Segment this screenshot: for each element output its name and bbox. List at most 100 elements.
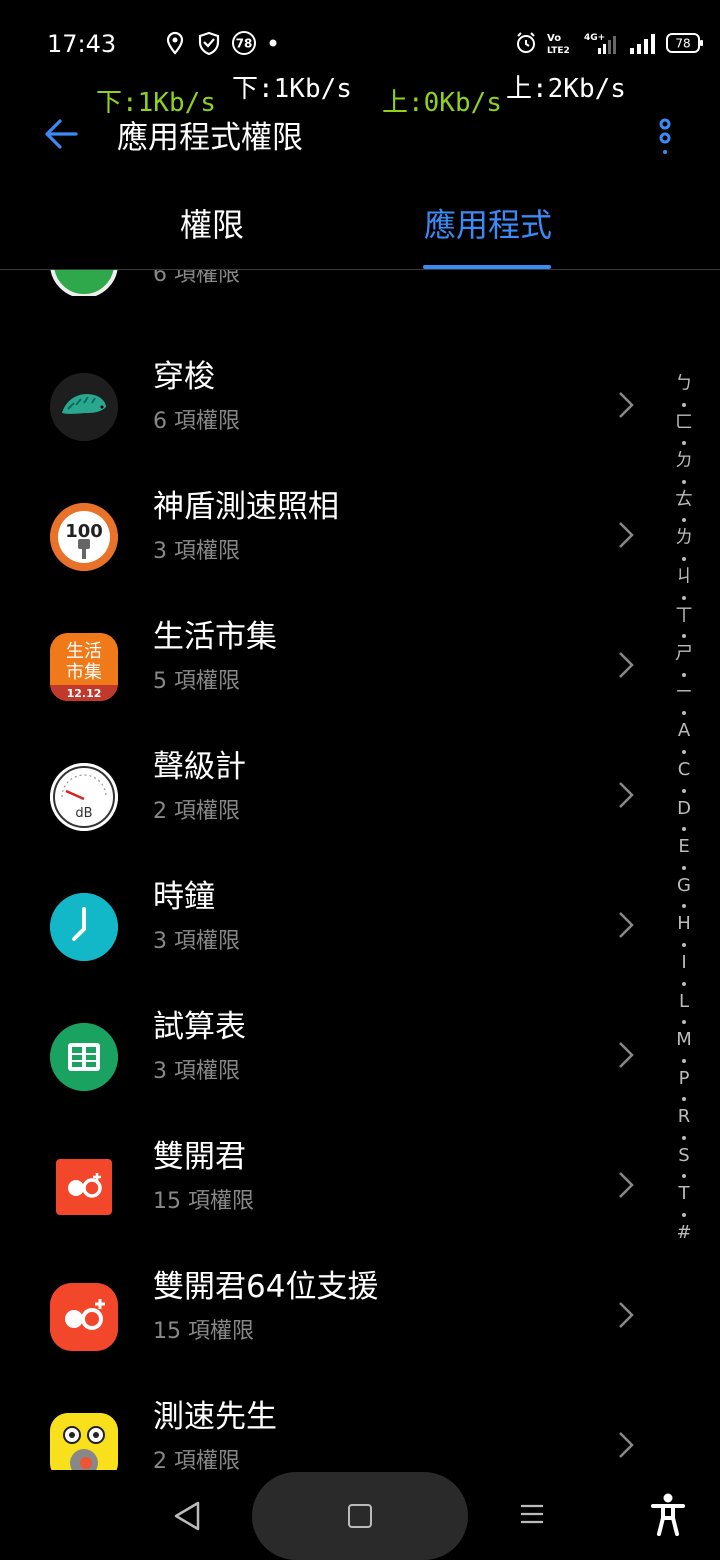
nav-recents-icon[interactable] xyxy=(520,1502,544,1526)
speed-camera-icon: 100 xyxy=(50,503,118,571)
dual-app-icon xyxy=(50,1153,118,1221)
life-market-icon-text-1: 生活 xyxy=(66,641,102,662)
life-market-icon-text-2: 市集 xyxy=(66,662,102,683)
svg-text:100: 100 xyxy=(65,521,103,542)
app-name: 試算表 xyxy=(153,1009,246,1045)
list-item-spreadsheet[interactable]: 試算表 3 項權限 xyxy=(0,985,660,1115)
sound-meter-icon: dB xyxy=(50,763,118,831)
permission-count: 3 項權限 xyxy=(153,539,240,564)
tab-apps[interactable]: 應用程式 xyxy=(424,200,552,246)
chevron-right-icon xyxy=(619,1042,634,1068)
index-letter[interactable]: H xyxy=(664,910,704,949)
list-item-speed-camera[interactable]: 100 神盾測速照相 3 項權限 xyxy=(0,465,660,595)
alphabet-index[interactable]: ㄅ ㄈ ㄉ ㄊ ㄌ ㄐ ㄒ ㄕ ㄧ A C D E G H I L M P R … xyxy=(664,370,704,1258)
index-letter[interactable]: ㄧ xyxy=(664,679,704,718)
index-letter[interactable]: A xyxy=(664,717,704,756)
status-bar: 17:43 78 Vo LTE2 4G+ 78 下:1Kb/s 下:1Kb/s … xyxy=(0,0,720,118)
network-type-text: 4G+ xyxy=(584,33,605,43)
app-name: 穿梭 xyxy=(153,359,215,395)
nav-back-icon[interactable] xyxy=(172,1500,202,1532)
permission-count: 15 項權限 xyxy=(153,1319,254,1344)
index-letter[interactable]: I xyxy=(664,949,704,988)
permission-count: 15 項權限 xyxy=(153,1189,254,1214)
list-item-mr-speed[interactable]: 測速先生 2 項權限 xyxy=(0,1375,660,1470)
svg-text:Vo: Vo xyxy=(547,33,561,44)
index-letter[interactable]: # xyxy=(664,1219,704,1258)
list-item-sub: 6 項權限 xyxy=(153,270,240,287)
index-letter[interactable]: T xyxy=(664,1180,704,1219)
status-icons-left: 78 xyxy=(163,30,279,56)
list-item-dual-app-64[interactable]: 雙開君64位支援 15 項權限 xyxy=(0,1245,660,1375)
index-letter[interactable]: ㄌ xyxy=(664,524,704,563)
alarm-icon xyxy=(514,30,538,56)
more-options-button[interactable] xyxy=(650,116,680,156)
index-letter[interactable]: D xyxy=(664,795,704,834)
index-letter[interactable]: ㄈ xyxy=(664,409,704,448)
page-title: 應用程式權限 xyxy=(117,120,303,156)
life-market-icon-text-3: 12.12 xyxy=(67,687,102,700)
chevron-right-icon xyxy=(619,782,634,808)
chevron-right-icon xyxy=(619,912,634,938)
list-item-dual-app[interactable]: 雙開君 15 項權限 xyxy=(0,1115,660,1245)
shield-check-icon xyxy=(197,30,221,56)
notification-badge-icon: 78 xyxy=(231,30,257,56)
list-item-chuansuo[interactable]: 穿梭 6 項權限 xyxy=(0,335,660,465)
app-name: 雙開君 xyxy=(153,1139,246,1175)
pangolin-icon xyxy=(50,373,118,441)
index-letter[interactable]: ㄒ xyxy=(664,602,704,641)
battery-text: 78 xyxy=(675,37,690,51)
index-letter[interactable]: C xyxy=(664,756,704,795)
back-button[interactable] xyxy=(40,112,84,156)
permission-count: 6 項權限 xyxy=(153,409,240,434)
dual-app-64-icon xyxy=(50,1283,118,1351)
tab-permissions[interactable]: 權限 xyxy=(180,200,244,246)
app-icon-partial xyxy=(50,270,118,296)
battery-icon: 78 xyxy=(666,30,704,56)
list-item-partial[interactable]: 6 項權限 xyxy=(0,270,660,296)
nav-home-button[interactable] xyxy=(252,1472,468,1560)
accessibility-icon[interactable] xyxy=(650,1492,686,1536)
app-name: 聲級計 xyxy=(153,749,246,785)
index-letter[interactable]: G xyxy=(664,872,704,911)
app-list: 6 項權限 穿梭 6 項權限 100 神盾測速照相 3 項權限 生活 市集 12.1… xyxy=(0,270,660,1470)
mr-speed-icon xyxy=(50,1413,118,1470)
list-item-sound-meter[interactable]: dB 聲級計 2 項權限 xyxy=(0,725,660,855)
status-time: 17:43 xyxy=(47,30,117,58)
index-letter[interactable]: L xyxy=(664,988,704,1027)
index-letter[interactable]: ㄊ xyxy=(664,486,704,525)
app-name: 神盾測速照相 xyxy=(153,489,339,525)
life-market-icon: 生活 市集 12.12 xyxy=(50,633,118,701)
svg-text:LTE2: LTE2 xyxy=(547,46,570,56)
index-letter[interactable]: E xyxy=(664,833,704,872)
index-letter[interactable]: ㄅ xyxy=(664,370,704,409)
app-header: 應用程式權限 xyxy=(0,100,720,172)
arrow-left-icon xyxy=(45,119,78,149)
more-vertical-icon xyxy=(659,118,671,154)
index-letter[interactable]: M xyxy=(664,1026,704,1065)
permission-count: 2 項權限 xyxy=(153,799,240,824)
volte-icon: Vo LTE2 xyxy=(546,30,576,56)
sound-meter-icon-text: dB xyxy=(75,806,92,821)
index-letter[interactable]: ㄉ xyxy=(664,447,704,486)
index-letter[interactable]: ㄕ xyxy=(664,640,704,679)
clock-icon xyxy=(50,893,118,961)
permission-count: 3 項權限 xyxy=(153,929,240,954)
tab-bar: 權限 應用程式 xyxy=(0,190,720,270)
permission-count: 2 項權限 xyxy=(153,1449,240,1470)
notification-badge-text: 78 xyxy=(236,37,253,51)
chevron-right-icon xyxy=(619,1172,634,1198)
chevron-right-icon xyxy=(619,392,634,418)
list-item-clock[interactable]: 時鐘 3 項權限 xyxy=(0,855,660,985)
permission-count: 5 項權限 xyxy=(153,669,240,694)
dot-icon xyxy=(267,30,279,56)
index-letter[interactable]: R xyxy=(664,1103,704,1142)
permission-count: 3 項權限 xyxy=(153,1059,240,1084)
spreadsheet-icon xyxy=(50,1023,118,1091)
index-letter[interactable]: ㄐ xyxy=(664,563,704,602)
status-icons-right: Vo LTE2 4G+ 78 xyxy=(514,30,704,56)
chevron-right-icon xyxy=(619,1432,634,1458)
index-letter[interactable]: S xyxy=(664,1142,704,1181)
list-item-life-market[interactable]: 生活 市集 12.12 生活市集 5 項權限 xyxy=(0,595,660,725)
index-letter[interactable]: P xyxy=(664,1065,704,1104)
navigation-bar xyxy=(0,1470,720,1560)
